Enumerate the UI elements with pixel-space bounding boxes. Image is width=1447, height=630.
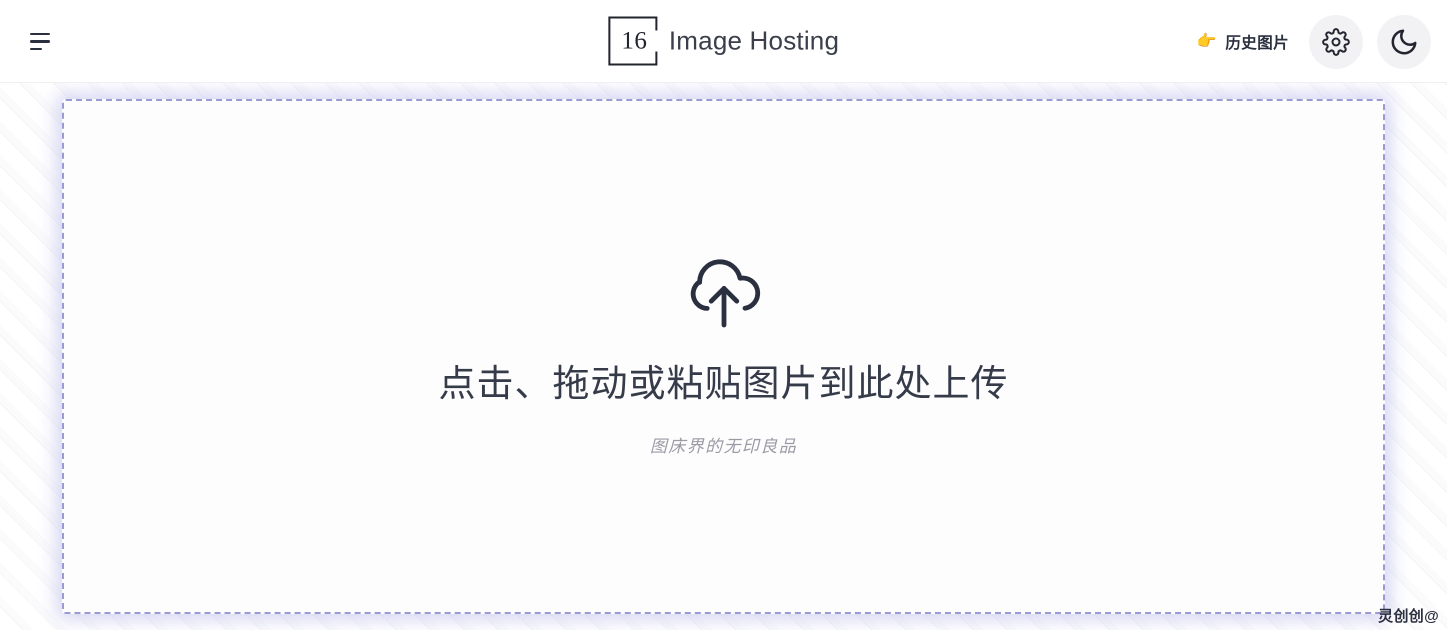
- hamburger-line-2: [30, 40, 50, 43]
- header-right-group: 👉 历史图片: [1190, 0, 1431, 83]
- dropzone-wrapper: 点击、拖动或粘贴图片到此处上传 图床界的无印良品: [56, 93, 1391, 620]
- dark-mode-toggle-button[interactable]: [1377, 14, 1431, 69]
- pointing-finger-icon: 👉: [1196, 32, 1217, 50]
- hamburger-line-3: [30, 47, 42, 51]
- brand-logo[interactable]: 16 Image Hosting: [607, 16, 840, 66]
- gear-icon: [1322, 27, 1350, 56]
- hamburger-menu-icon[interactable]: [22, 22, 62, 62]
- dropzone-subtitle: 图床界的无印良品: [649, 436, 798, 456]
- app-title: Image Hosting: [668, 25, 840, 56]
- app-header: 16 Image Hosting 👉 历史图片: [0, 0, 1447, 83]
- history-images-label: 历史图片: [1225, 34, 1289, 52]
- main-content: 点击、拖动或粘贴图片到此处上传 图床界的无印良品: [0, 83, 1447, 630]
- history-images-button[interactable]: 👉 历史图片: [1190, 25, 1295, 59]
- cloud-upload-icon: [680, 256, 768, 337]
- moon-icon: [1389, 27, 1419, 57]
- logo-number: 16: [621, 27, 648, 55]
- settings-button[interactable]: [1309, 14, 1363, 69]
- app-root: 16 Image Hosting 👉 历史图片 点击、拖动或粘贴图片到此处上传 …: [0, 0, 1447, 630]
- logo-mark-icon: 16: [607, 16, 659, 66]
- upload-dropzone[interactable]: 点击、拖动或粘贴图片到此处上传 图床界的无印良品: [62, 99, 1385, 614]
- dropzone-title: 点击、拖动或粘贴图片到此处上传: [438, 363, 1009, 405]
- hamburger-line-1: [30, 32, 50, 36]
- header-left-group: [0, 0, 62, 83]
